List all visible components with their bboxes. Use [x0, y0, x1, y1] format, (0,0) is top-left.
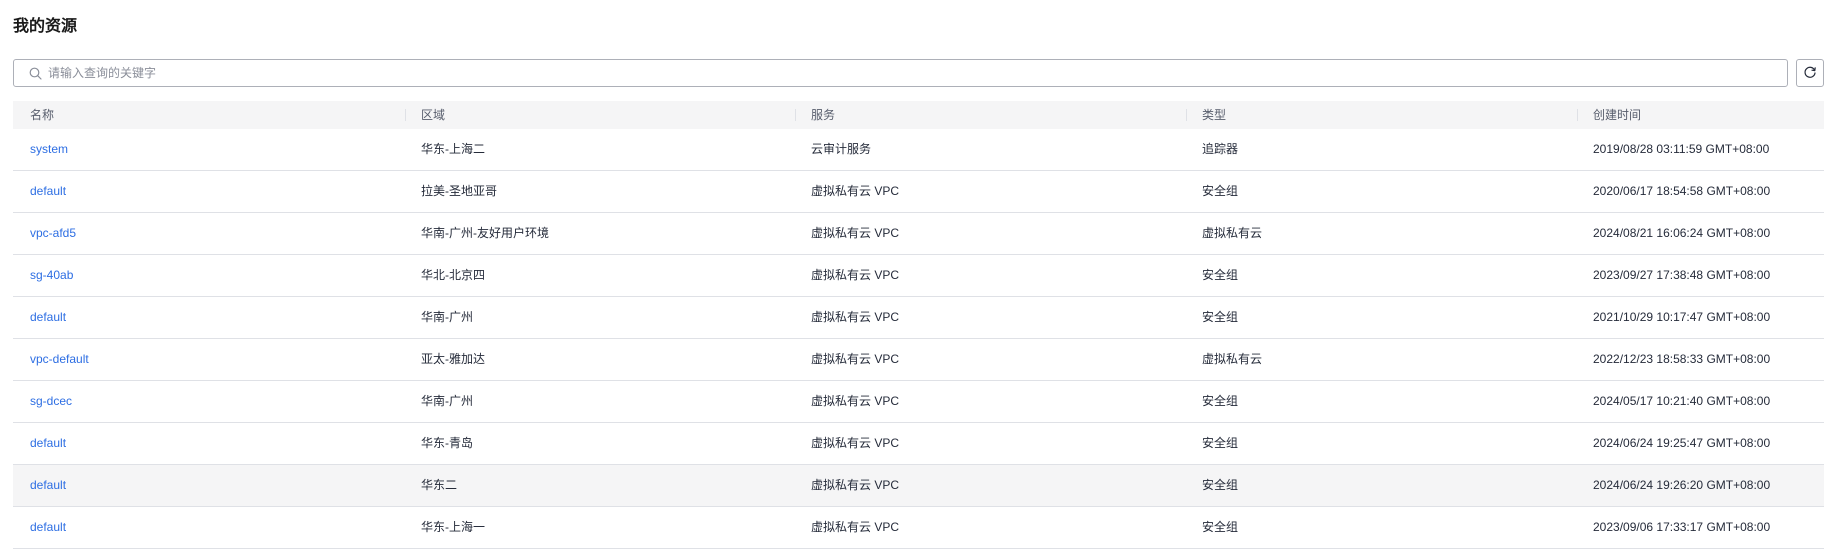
region-cell: 华南-广州-友好用户环境 [421, 226, 549, 240]
column-divider[interactable] [795, 109, 796, 121]
region-cell: 亚太-雅加达 [421, 352, 485, 366]
region-cell: 华北-北京四 [421, 268, 485, 282]
column-header-name: 名称 [30, 108, 55, 122]
column-divider[interactable] [1186, 109, 1187, 121]
created-time-cell: 2022/12/23 18:58:33 GMT+08:00 [1593, 352, 1771, 366]
region-cell: 华南-广州 [421, 310, 473, 324]
created-time-cell: 2024/08/21 16:06:24 GMT+08:00 [1593, 226, 1771, 240]
search-icon [28, 66, 42, 80]
resource-name-link[interactable]: system [30, 142, 68, 156]
page-title: 我的资源 [13, 18, 78, 35]
resource-name-link[interactable]: vpc-default [30, 352, 89, 366]
column-header-created-time: 创建时间 [1593, 108, 1642, 122]
resource-name-link[interactable]: default [30, 436, 66, 450]
region-cell: 华东-青岛 [421, 436, 473, 450]
service-cell: 虚拟私有云 VPC [811, 184, 900, 198]
refresh-icon [1803, 66, 1817, 80]
search-box[interactable] [13, 59, 1788, 87]
table-row: default 拉美-圣地亚哥 虚拟私有云 VPC 安全组 2020/06/17… [13, 171, 1824, 213]
service-cell: 虚拟私有云 VPC [811, 520, 900, 534]
type-cell: 安全组 [1202, 478, 1239, 492]
region-cell: 华东-上海一 [421, 520, 485, 534]
service-cell: 虚拟私有云 VPC [811, 310, 900, 324]
column-divider[interactable] [1577, 109, 1578, 121]
resource-name-link[interactable]: default [30, 520, 66, 534]
type-cell: 追踪器 [1202, 142, 1239, 156]
service-cell: 虚拟私有云 VPC [811, 394, 900, 408]
resource-name-link[interactable]: sg-40ab [30, 268, 73, 282]
created-time-cell: 2021/10/29 10:17:47 GMT+08:00 [1593, 310, 1771, 324]
type-cell: 安全组 [1202, 436, 1239, 450]
table-row: sg-40ab 华北-北京四 虚拟私有云 VPC 安全组 2023/09/27 … [13, 255, 1824, 297]
created-time-cell: 2024/06/24 19:26:20 GMT+08:00 [1593, 478, 1771, 492]
created-time-cell: 2023/09/06 17:33:17 GMT+08:00 [1593, 520, 1771, 534]
table-row: default 华南-广州 虚拟私有云 VPC 安全组 2021/10/29 1… [13, 297, 1824, 339]
service-cell: 云审计服务 [811, 142, 872, 156]
service-cell: 虚拟私有云 VPC [811, 436, 900, 450]
created-time-cell: 2024/06/24 19:25:47 GMT+08:00 [1593, 436, 1771, 450]
created-time-cell: 2023/09/27 17:38:48 GMT+08:00 [1593, 268, 1771, 282]
resource-name-link[interactable]: default [30, 184, 66, 198]
type-cell: 安全组 [1202, 184, 1239, 198]
type-cell: 安全组 [1202, 520, 1239, 534]
table-row: system 华东-上海二 云审计服务 追踪器 2019/08/28 03:11… [13, 129, 1824, 171]
service-cell: 虚拟私有云 VPC [811, 478, 900, 492]
column-header-region: 区域 [421, 108, 446, 122]
table-row: sg-dcec 华南-广州 虚拟私有云 VPC 安全组 2024/05/17 1… [13, 381, 1824, 423]
table-body: system 华东-上海二 云审计服务 追踪器 2019/08/28 03:11… [13, 129, 1824, 549]
created-time-cell: 2019/08/28 03:11:59 GMT+08:00 [1593, 142, 1770, 156]
service-cell: 虚拟私有云 VPC [811, 268, 900, 282]
resource-name-link[interactable]: default [30, 478, 66, 492]
region-cell: 华南-广州 [421, 394, 473, 408]
table-row: vpc-afd5 华南-广州-友好用户环境 虚拟私有云 VPC 虚拟私有云 20… [13, 213, 1824, 255]
type-cell: 安全组 [1202, 310, 1239, 324]
search-row [13, 59, 1837, 87]
column-header-service: 服务 [811, 108, 836, 122]
service-cell: 虚拟私有云 VPC [811, 352, 900, 366]
region-cell: 华东二 [421, 478, 458, 492]
resource-name-link[interactable]: default [30, 310, 66, 324]
table-row: default 华东-青岛 虚拟私有云 VPC 安全组 2024/06/24 1… [13, 423, 1824, 465]
service-cell: 虚拟私有云 VPC [811, 226, 900, 240]
type-cell: 虚拟私有云 [1202, 226, 1263, 240]
column-header-type: 类型 [1202, 108, 1227, 122]
resource-table: 名称 区域 服务 类型 创建时间 system 华东-上海二 云审计服务 追踪器… [13, 101, 1824, 549]
type-cell: 安全组 [1202, 268, 1239, 282]
type-cell: 虚拟私有云 [1202, 352, 1263, 366]
table-row: vpc-default 亚太-雅加达 虚拟私有云 VPC 虚拟私有云 2022/… [13, 339, 1824, 381]
column-divider[interactable] [405, 109, 406, 121]
resource-name-link[interactable]: sg-dcec [30, 394, 72, 408]
region-cell: 拉美-圣地亚哥 [421, 184, 497, 198]
type-cell: 安全组 [1202, 394, 1239, 408]
search-input[interactable] [48, 62, 1787, 84]
region-cell: 华东-上海二 [421, 142, 485, 156]
resource-name-link[interactable]: vpc-afd5 [30, 226, 76, 240]
refresh-button[interactable] [1796, 59, 1824, 87]
table-header: 名称 区域 服务 类型 创建时间 [13, 101, 1824, 129]
table-row: default 华东-上海一 虚拟私有云 VPC 安全组 2023/09/06 … [13, 507, 1824, 549]
created-time-cell: 2020/06/17 18:54:58 GMT+08:00 [1593, 184, 1771, 198]
table-row: default 华东二 虚拟私有云 VPC 安全组 2024/06/24 19:… [13, 465, 1824, 507]
created-time-cell: 2024/05/17 10:21:40 GMT+08:00 [1593, 394, 1771, 408]
